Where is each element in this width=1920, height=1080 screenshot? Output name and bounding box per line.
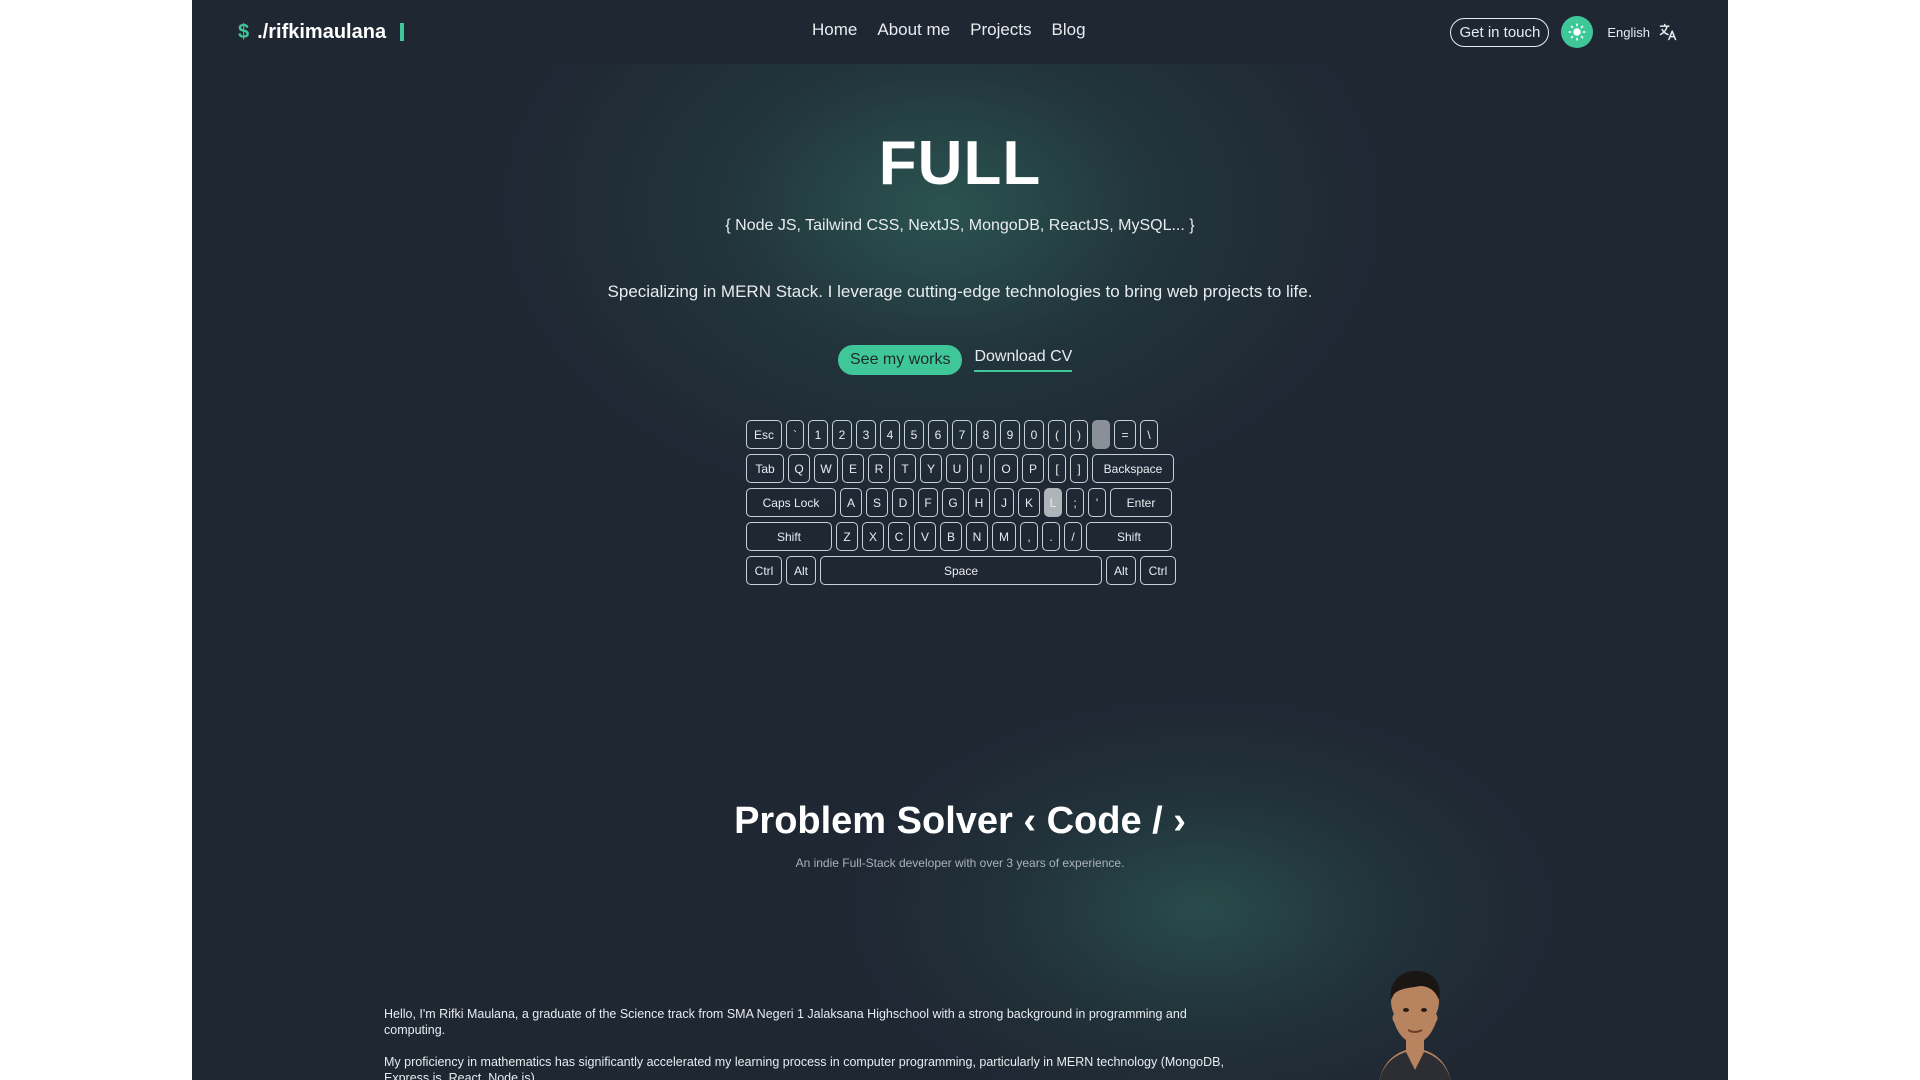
key-left-alt[interactable]: Alt bbox=[786, 556, 816, 585]
about-paragraph-1: Hello, I'm Rifki Maulana, a graduate of … bbox=[384, 1007, 1187, 1037]
nav-links: Home About me Projects Blog bbox=[812, 20, 1086, 40]
sun-icon bbox=[1568, 23, 1586, 41]
hero-title: FULL bbox=[878, 129, 1042, 198]
profile-photo bbox=[1379, 970, 1451, 1080]
key-1[interactable]: 1 bbox=[808, 420, 828, 449]
key-tab[interactable]: Tab bbox=[746, 454, 784, 483]
key-i[interactable]: I bbox=[972, 454, 990, 483]
keyboard-row-2: Tab Q W E R T Y U I O P [ ] Backspace bbox=[746, 454, 1176, 483]
key-right-shift[interactable]: Shift bbox=[1086, 522, 1172, 551]
nav-blog[interactable]: Blog bbox=[1052, 20, 1086, 40]
key-0[interactable]: 0 bbox=[1024, 420, 1044, 449]
navbar: $ ./rifkimaulana Home About me Projects … bbox=[192, 0, 1728, 64]
cursor-icon bbox=[400, 23, 405, 41]
key-backspace[interactable]: Backspace bbox=[1092, 454, 1174, 483]
key-d[interactable]: D bbox=[892, 488, 914, 517]
tech-stack-text: { Node JS, Tailwind CSS, NextJS, MongoDB… bbox=[725, 217, 1195, 234]
key-b[interactable]: B bbox=[940, 522, 962, 551]
key-e[interactable]: E bbox=[842, 454, 864, 483]
key-2[interactable]: 2 bbox=[832, 420, 852, 449]
key-left-shift[interactable]: Shift bbox=[746, 522, 832, 551]
page: $ ./rifkimaulana Home About me Projects … bbox=[192, 0, 1728, 1080]
nav-right: Get in touch English bbox=[1450, 16, 1678, 48]
key-o[interactable]: O bbox=[994, 454, 1018, 483]
logo-text: ./rifkimaulana bbox=[257, 20, 387, 43]
key-l[interactable]: L bbox=[1044, 488, 1062, 517]
key-8[interactable]: 8 bbox=[976, 420, 996, 449]
key-v[interactable]: V bbox=[914, 522, 936, 551]
key-caps-lock[interactable]: Caps Lock bbox=[746, 488, 836, 517]
about-text: Hello, I'm Rifki Maulana, a graduate of … bbox=[384, 1006, 1244, 1080]
keyboard-row-4: Shift Z X C V B N M , . / Shift bbox=[746, 522, 1176, 551]
key-p[interactable]: P bbox=[1022, 454, 1044, 483]
key-enter[interactable]: Enter bbox=[1110, 488, 1172, 517]
key-right-alt[interactable]: Alt bbox=[1106, 556, 1136, 585]
about-paragraph-2: My proficiency in mathematics has signif… bbox=[384, 1055, 1224, 1080]
keyboard-row-3: Caps Lock A S D F G H J K L ; ' Enter bbox=[746, 488, 1176, 517]
key-backtick[interactable]: ` bbox=[786, 420, 804, 449]
nav-about[interactable]: About me bbox=[877, 20, 950, 40]
key-k[interactable]: K bbox=[1018, 488, 1040, 517]
key-3[interactable]: 3 bbox=[856, 420, 876, 449]
key-w[interactable]: W bbox=[814, 454, 838, 483]
key-9[interactable]: 9 bbox=[1000, 420, 1020, 449]
key-z[interactable]: Z bbox=[836, 522, 858, 551]
key-slash[interactable]: / bbox=[1064, 522, 1082, 551]
key-close-bracket[interactable]: ] bbox=[1070, 454, 1088, 483]
key-comma[interactable]: , bbox=[1020, 522, 1038, 551]
key-h[interactable]: H bbox=[968, 488, 990, 517]
key-u[interactable]: U bbox=[946, 454, 968, 483]
key-space[interactable]: Space bbox=[820, 556, 1102, 585]
key-left-ctrl[interactable]: Ctrl bbox=[746, 556, 782, 585]
key-a[interactable]: A bbox=[840, 488, 862, 517]
key-n[interactable]: N bbox=[966, 522, 988, 551]
problem-solver-heading: Problem Solver ‹ Code / › bbox=[734, 800, 1186, 842]
key-q[interactable]: Q bbox=[788, 454, 810, 483]
key-esc[interactable]: Esc bbox=[746, 420, 782, 449]
key-f[interactable]: F bbox=[918, 488, 938, 517]
nav-home[interactable]: Home bbox=[812, 20, 857, 40]
hero-description: Specializing in MERN Stack. I leverage c… bbox=[607, 282, 1313, 301]
download-cv-link[interactable]: Download CV bbox=[974, 348, 1073, 372]
key-right-ctrl[interactable]: Ctrl bbox=[1140, 556, 1176, 585]
key-4[interactable]: 4 bbox=[880, 420, 900, 449]
key-semicolon[interactable]: ; bbox=[1066, 488, 1084, 517]
key-x[interactable]: X bbox=[862, 522, 884, 551]
key-5[interactable]: 5 bbox=[904, 420, 924, 449]
key-period[interactable]: . bbox=[1042, 522, 1060, 551]
key-c[interactable]: C bbox=[888, 522, 910, 551]
key-t[interactable]: T bbox=[894, 454, 916, 483]
key-y[interactable]: Y bbox=[920, 454, 942, 483]
key-m[interactable]: M bbox=[992, 522, 1016, 551]
key-7[interactable]: 7 bbox=[952, 420, 972, 449]
get-in-touch-button[interactable]: Get in touch bbox=[1450, 17, 1550, 47]
see-my-works-button[interactable]: See my works bbox=[838, 345, 963, 375]
language-label: English bbox=[1607, 24, 1650, 40]
key-equals[interactable]: = bbox=[1114, 420, 1136, 449]
key-close-paren[interactable]: ) bbox=[1070, 420, 1088, 449]
key-j[interactable]: J bbox=[994, 488, 1014, 517]
key-g[interactable]: G bbox=[942, 488, 964, 517]
keyboard-row-1: Esc ` 1 2 3 4 5 6 7 8 9 0 ( ) - = \ bbox=[746, 420, 1176, 449]
site-logo[interactable]: $ ./rifkimaulana bbox=[238, 18, 405, 46]
key-s[interactable]: S bbox=[866, 488, 888, 517]
theme-toggle-button[interactable] bbox=[1561, 16, 1594, 48]
key-6[interactable]: 6 bbox=[928, 420, 948, 449]
translate-icon bbox=[1659, 23, 1677, 41]
key-quote[interactable]: ' bbox=[1088, 488, 1106, 517]
nav-projects[interactable]: Projects bbox=[970, 20, 1031, 40]
key-open-bracket[interactable]: [ bbox=[1048, 454, 1066, 483]
language-selector[interactable]: English bbox=[1607, 22, 1678, 42]
key-open-paren[interactable]: ( bbox=[1048, 420, 1066, 449]
problem-solver-subtitle: An indie Full-Stack developer with over … bbox=[795, 856, 1125, 870]
virtual-keyboard: Esc ` 1 2 3 4 5 6 7 8 9 0 ( ) - = \ Tab … bbox=[746, 420, 1176, 590]
key-r[interactable]: R bbox=[868, 454, 890, 483]
dollar-icon: $ bbox=[238, 20, 250, 43]
keyboard-row-5: Ctrl Alt Space Alt Ctrl bbox=[746, 556, 1176, 585]
hero-actions: See my works Download CV bbox=[838, 345, 1073, 375]
key-backslash[interactable]: \ bbox=[1140, 420, 1158, 449]
key-minus[interactable]: - bbox=[1092, 420, 1110, 449]
